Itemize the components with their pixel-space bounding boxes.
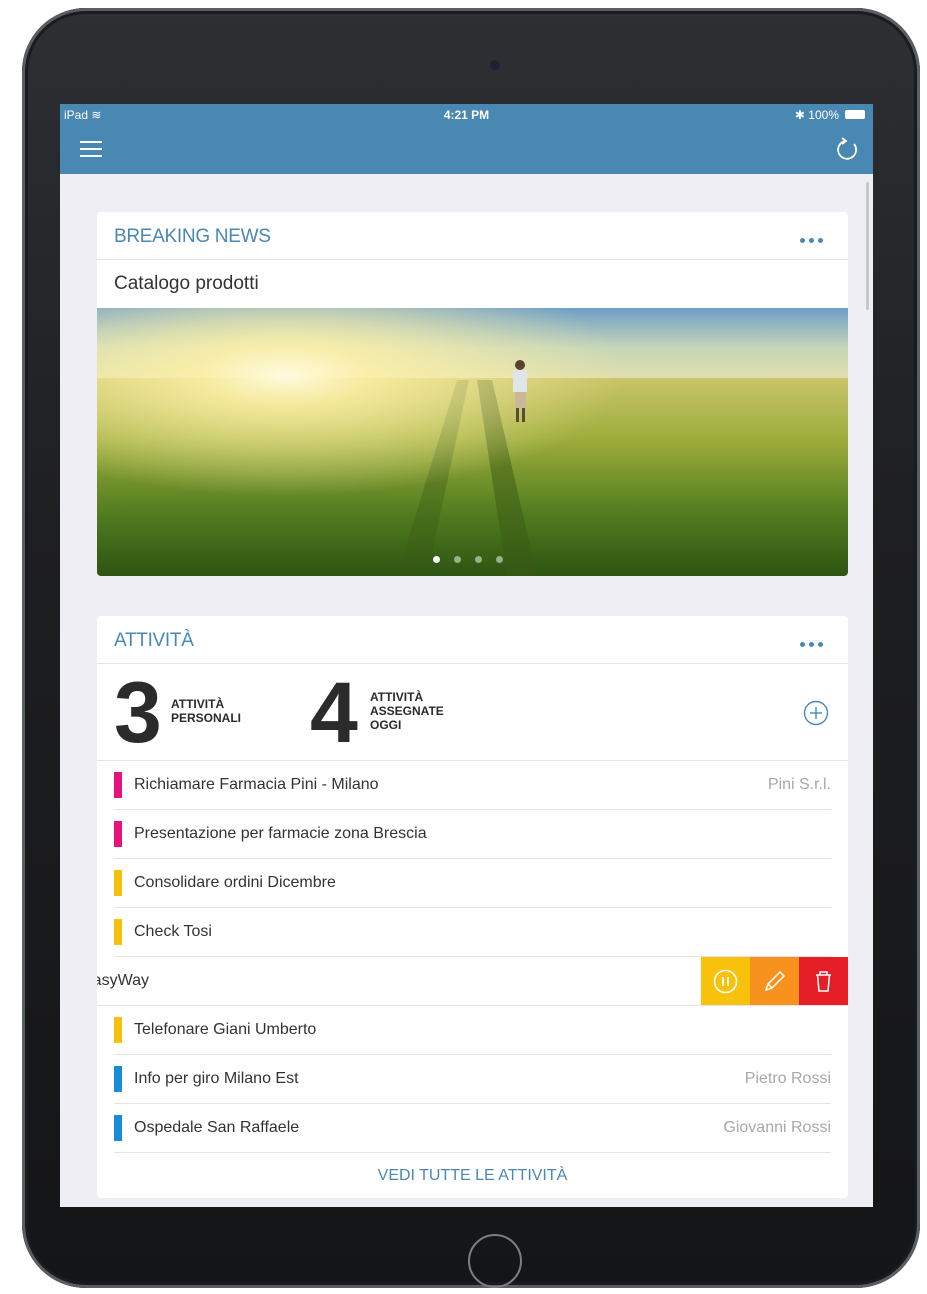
personal-label: ATTIVITÀ PERSONALI (171, 697, 241, 725)
assigned-label: ATTIVITÀ ASSEGNATE OGGI (370, 690, 444, 732)
activities-stats: 3 ATTIVITÀ PERSONALI 4 ATTIVITÀ ASSEGNAT… (97, 664, 848, 761)
breaking-news-title: BREAKING NEWS (114, 226, 271, 247)
trash-icon (816, 971, 831, 992)
activities-title: ATTIVITÀ (114, 630, 194, 651)
add-circle-icon[interactable] (803, 700, 829, 726)
task-owner: Giovanni Rossi (723, 1119, 831, 1136)
task-row[interactable]: Richiamare Farmacia Pini - Milano Pini S… (114, 761, 831, 810)
news-subtitle[interactable]: Catalogo prodotti (97, 260, 848, 308)
priority-indicator (114, 772, 122, 798)
pencil-icon (764, 970, 786, 992)
delete-button[interactable] (799, 957, 848, 1005)
see-all-activities-link[interactable]: VEDI TUTTE LE ATTIVITÀ (97, 1153, 848, 1198)
task-title: Info per giro Milano Est (134, 1070, 299, 1087)
assigned-label-line3: OGGI (370, 718, 402, 732)
breaking-news-card: BREAKING NEWS Catalogo prodotti (97, 212, 848, 576)
page-dot (496, 556, 503, 563)
task-title: Telefonare Giani Umberto (134, 1021, 317, 1038)
news-subtitle-text: Catalogo prodotti (114, 273, 259, 294)
priority-indicator (114, 1017, 122, 1043)
personal-count: 3 (114, 665, 162, 761)
sunlit-field-image (97, 308, 848, 576)
carousel-page-dots[interactable] (433, 550, 517, 568)
screen: iPad ≋ 4:21 PM ✱ 100% BREAKING NEWS Cata… (60, 104, 873, 1207)
battery-percent: ✱ 100% (795, 108, 839, 122)
battery-icon (845, 110, 865, 119)
status-time: 4:21 PM (443, 108, 490, 122)
scrollbar[interactable] (866, 182, 869, 310)
task-row[interactable]: Consolidare ordini Dicembre (114, 859, 831, 908)
edit-button[interactable] (750, 957, 799, 1005)
task-title: Consolidare ordini Dicembre (134, 874, 336, 891)
front-camera (490, 60, 500, 70)
activities-header: ATTIVITÀ (97, 616, 848, 664)
breaking-news-header: BREAKING NEWS (97, 212, 848, 260)
task-row[interactable]: Check Tosi (114, 908, 831, 957)
pause-button[interactable] (701, 957, 750, 1005)
bluetooth-icon: ✱ (794, 108, 805, 122)
home-button[interactable] (468, 1234, 522, 1288)
more-dots-icon[interactable] (800, 634, 830, 647)
priority-indicator (114, 1115, 122, 1141)
task-title: Ospedale San Raffaele (134, 1119, 300, 1136)
refresh-icon[interactable] (833, 136, 861, 164)
activities-card: ATTIVITÀ 3 ATTIVITÀ PERSONALI 4 ATTIVITÀ… (97, 616, 848, 1198)
task-title: EasyWay (97, 972, 149, 989)
task-row[interactable]: Ospedale San Raffaele Giovanni Rossi (114, 1104, 831, 1153)
page-dot-active (433, 556, 440, 563)
news-image[interactable] (97, 308, 848, 576)
assigned-count: 4 (310, 665, 358, 761)
task-row[interactable]: Presentazione per farmacie zona Brescia (114, 810, 831, 859)
priority-indicator (114, 870, 122, 896)
hamburger-menu-icon[interactable] (80, 141, 102, 159)
task-title: Check Tosi (134, 923, 212, 940)
page-dot (475, 556, 482, 563)
task-owner: Pini S.r.l. (767, 776, 831, 793)
assigned-label-line2: ASSEGNATE (370, 704, 444, 718)
nav-bar (60, 126, 873, 174)
priority-indicator (114, 919, 122, 945)
more-dots-icon[interactable] (800, 230, 830, 243)
task-row[interactable]: Telefonare Giani Umberto (114, 1006, 831, 1055)
priority-indicator (114, 1066, 122, 1092)
task-title: Presentazione per farmacie zona Brescia (134, 825, 427, 842)
personal-label-line2: PERSONALI (171, 711, 242, 725)
personal-label-line1: ATTIVITÀ (171, 697, 225, 711)
task-title: Richiamare Farmacia Pini - Milano (134, 776, 379, 793)
task-row-swiped[interactable]: EasyWay (97, 957, 848, 1006)
page-dot (454, 556, 461, 563)
task-owner: Pietro Rossi (744, 1070, 831, 1087)
battery-label: 100% (808, 108, 839, 122)
swipe-actions (701, 957, 848, 1005)
assigned-label-line1: ATTIVITÀ (370, 690, 424, 704)
task-list: Richiamare Farmacia Pini - Milano Pini S… (97, 761, 848, 1153)
status-bar: iPad ≋ 4:21 PM ✱ 100% (60, 104, 873, 126)
task-row[interactable]: Info per giro Milano Est Pietro Rossi (114, 1055, 831, 1104)
pause-icon (713, 969, 738, 994)
priority-indicator (114, 821, 122, 847)
